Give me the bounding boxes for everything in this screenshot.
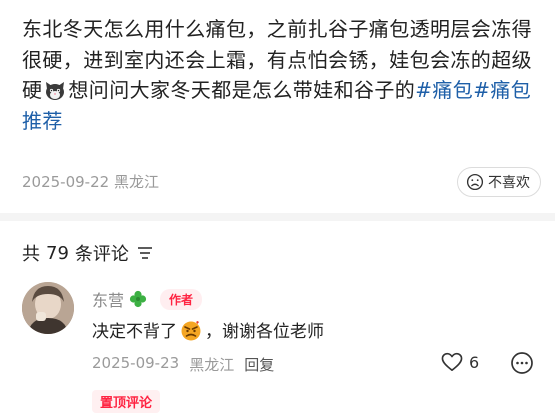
sad-face-icon bbox=[466, 173, 484, 191]
cat-face-emoji-icon bbox=[43, 78, 67, 102]
like-count: 6 bbox=[469, 352, 480, 372]
comment-count-prefix: 共 bbox=[22, 244, 40, 265]
post-body-text-2: 想问问大家冬天都是怎么带娃和谷子的 bbox=[68, 78, 416, 102]
pinned-badge: 置顶评论 bbox=[92, 390, 161, 413]
comment-location: 黑龙江 bbox=[189, 356, 235, 374]
comment-text-1: 决定不背了 bbox=[92, 322, 177, 342]
comment-count-suffix: 条评论 bbox=[74, 244, 129, 265]
heart-icon bbox=[441, 352, 463, 371]
like-button[interactable]: 6 bbox=[441, 352, 479, 372]
dislike-button[interactable]: 不喜欢 bbox=[457, 167, 541, 197]
comment-date: 2025-09-23 bbox=[92, 354, 180, 372]
comment-username[interactable]: 东营 bbox=[92, 287, 124, 311]
comment-text-2: ，谢谢各位老师 bbox=[205, 322, 324, 342]
author-badge: 作者 bbox=[160, 288, 203, 310]
hashtag-link[interactable]: #痛包 bbox=[415, 78, 473, 102]
post-date: 2025-09-22 bbox=[22, 173, 110, 191]
comment-meta: 2025-09-23 黑龙江 回复 bbox=[92, 354, 274, 375]
post-body: 东北冬天怎么用什么痛包，之前扎谷子痛包透明层会冻得很硬，进到室内还会上霜，有点怕… bbox=[22, 14, 542, 136]
post-meta: 2025-09-22 黑龙江 bbox=[22, 171, 159, 192]
clover-icon bbox=[129, 290, 147, 308]
comment-count: 79 bbox=[46, 242, 69, 264]
comments-header: 共 79 条评论 bbox=[22, 240, 153, 266]
post-location: 黑龙江 bbox=[113, 173, 159, 191]
comment-author-row: 东营 作者 bbox=[92, 287, 203, 311]
dislike-label: 不喜欢 bbox=[488, 175, 530, 191]
comment-bubble-icon[interactable] bbox=[510, 351, 534, 375]
avatar[interactable] bbox=[22, 282, 74, 334]
comment-text: 决定不背了 ，谢谢各位老师 bbox=[92, 317, 324, 342]
sort-icon[interactable] bbox=[137, 246, 153, 260]
reply-button[interactable]: 回复 bbox=[244, 354, 274, 375]
section-divider bbox=[0, 213, 555, 221]
angry-face-emoji-icon bbox=[180, 319, 202, 341]
